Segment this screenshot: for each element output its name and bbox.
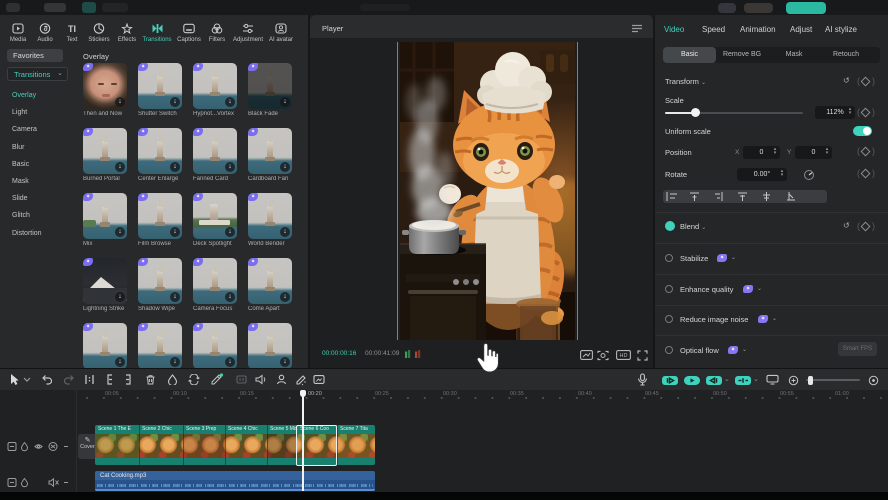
svg-text:HD: HD (620, 353, 628, 359)
